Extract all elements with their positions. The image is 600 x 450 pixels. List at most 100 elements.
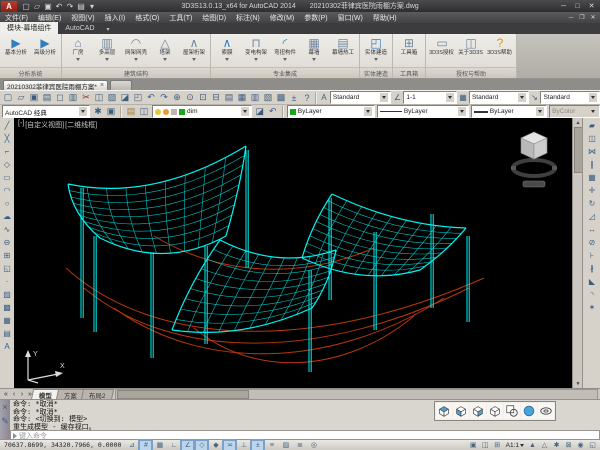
ribbon-button-solid-build[interactable]: ◰实体建造: [362, 35, 390, 61]
subtract-icon[interactable]: [504, 403, 520, 419]
new-icon[interactable]: ▢: [2, 92, 14, 104]
undo-icon[interactable]: ↶: [145, 92, 157, 104]
dyn-icon[interactable]: ±: [251, 440, 264, 450]
block-editor-icon[interactable]: ◰: [132, 92, 144, 104]
qat-dropdown-icon[interactable]: ▾: [87, 1, 97, 11]
workspace-settings-icon[interactable]: ✱: [92, 106, 104, 118]
ducs-icon[interactable]: ⊥: [237, 440, 250, 450]
wireframe-box-icon[interactable]: [487, 403, 503, 419]
autocad-logo-icon[interactable]: A: [1, 1, 17, 12]
paste-icon[interactable]: ▨: [106, 92, 118, 104]
dropdown-arrow-icon[interactable]: [192, 58, 196, 61]
wedge-icon[interactable]: [453, 403, 469, 419]
previous-layer-icon[interactable]: ↶: [267, 106, 279, 118]
mtext-icon[interactable]: A: [1, 340, 13, 353]
dropdown-arrow-icon[interactable]: [374, 58, 378, 61]
mleader-style-icon[interactable]: ↘: [530, 93, 540, 102]
polyline-icon[interactable]: ⌐: [1, 145, 13, 158]
layer-freeze-icon[interactable]: [163, 109, 169, 115]
help-icon[interactable]: ?: [301, 92, 313, 104]
ribbon-button-roof-truss[interactable]: ∧屋架桁架: [180, 35, 208, 61]
arc-icon[interactable]: ◠: [1, 184, 13, 197]
explode-icon[interactable]: ✶: [586, 301, 598, 314]
horizontal-scrollbar[interactable]: [115, 389, 598, 400]
clean-screen-icon[interactable]: ◱: [587, 441, 598, 450]
osnap-icon[interactable]: ◇: [195, 440, 208, 450]
match-layer-icon[interactable]: ◪: [254, 106, 266, 118]
ribbon-button-portal-frame[interactable]: ⌂厂房: [64, 35, 92, 61]
insert-block-icon[interactable]: ⊞: [1, 249, 13, 262]
publish-icon[interactable]: ▥: [67, 92, 79, 104]
horizontal-scroll-thumb[interactable]: [117, 390, 249, 399]
linetype-combo[interactable]: ByLayer: [377, 105, 469, 118]
ribbon-button-space-frame[interactable]: ◠网架网壳: [122, 35, 150, 61]
hatch-icon[interactable]: ▨: [1, 288, 13, 301]
lineweight-icon[interactable]: ≡: [265, 440, 278, 450]
construction-line-icon[interactable]: ╳: [1, 132, 13, 145]
point-icon[interactable]: ·: [1, 275, 13, 288]
menu-draw[interactable]: 绘图(D): [197, 12, 231, 23]
annotation-autoscale-icon[interactable]: △: [539, 441, 550, 450]
dropdown-arrow-icon[interactable]: [105, 58, 109, 61]
plot-icon[interactable]: ▤: [41, 92, 53, 104]
ribbon-tab-autocad[interactable]: AutoCAD: [58, 22, 101, 34]
mirror-icon[interactable]: ⋈: [586, 145, 598, 158]
close-icon[interactable]: ✕: [585, 1, 598, 11]
workspace-save-icon[interactable]: ▣: [105, 106, 117, 118]
copy-icon[interactable]: ◫: [93, 92, 105, 104]
pan-icon[interactable]: ⊕: [171, 92, 183, 104]
transparency-icon[interactable]: ▨: [279, 440, 292, 450]
osnap3d-icon[interactable]: ◆: [209, 440, 222, 450]
ribbon-button-curved-twisted-member[interactable]: ◜弯扭构件: [271, 35, 299, 61]
ribbon-button-about-3d3s[interactable]: ◫关于3D3S: [457, 35, 485, 57]
extend-icon[interactable]: ⊦: [586, 249, 598, 262]
tab-layout2[interactable]: 布局2: [81, 389, 114, 400]
layer-lock-icon[interactable]: [171, 109, 177, 115]
snap-icon[interactable]: #: [139, 440, 152, 450]
dropdown-arrow-icon[interactable]: [76, 58, 80, 61]
make-block-icon[interactable]: ◱: [1, 262, 13, 275]
model-space-icon[interactable]: ▣: [468, 441, 479, 450]
ribbon-button-basic-analysis[interactable]: ▶基本分析: [2, 35, 30, 57]
ribbon-button-3d3s-license[interactable]: ▭3D3S授权: [428, 35, 456, 57]
zoom-realtime-icon[interactable]: ⊙: [184, 92, 196, 104]
ribbon-button-substation-frame[interactable]: ⊓变电构架: [242, 35, 270, 61]
viewcube[interactable]: [510, 126, 558, 188]
table-style-icon[interactable]: ▦: [458, 93, 468, 102]
new-icon[interactable]: ▢: [21, 1, 31, 11]
lineweight-combo[interactable]: ByLayer: [471, 105, 547, 118]
properties-icon[interactable]: ▤: [223, 92, 235, 104]
new-document-tab[interactable]: [110, 80, 132, 90]
dropdown-arrow-icon[interactable]: [134, 58, 138, 61]
minimize-icon[interactable]: ─: [557, 1, 570, 11]
line-icon[interactable]: ╱: [1, 119, 13, 132]
quickcalc-icon[interactable]: ±: [288, 92, 300, 104]
dropdown-arrow-icon[interactable]: [163, 58, 167, 61]
command-window-grip[interactable]: ×✎: [0, 400, 10, 441]
doc-restore-icon[interactable]: ❐: [577, 13, 587, 22]
spline-icon[interactable]: ∿: [1, 223, 13, 236]
menu-tools[interactable]: 工具(T): [164, 12, 197, 23]
performance-icon[interactable]: ◉: [575, 441, 586, 450]
extrude-icon[interactable]: [470, 403, 486, 419]
annotation-scale[interactable]: A1:1: [504, 442, 526, 449]
menu-format[interactable]: 格式(O): [130, 12, 164, 23]
plot-preview-icon[interactable]: ◻: [54, 92, 66, 104]
infer-constraints-icon[interactable]: ⊿: [125, 440, 138, 450]
chamfer-icon[interactable]: ◣: [586, 275, 598, 288]
otrack-icon[interactable]: ≍: [223, 440, 236, 450]
copy-icon[interactable]: ◫: [586, 132, 598, 145]
designcenter-icon[interactable]: ▦: [236, 92, 248, 104]
color-combo[interactable]: ByLayer: [287, 105, 375, 118]
stretch-icon[interactable]: ↔: [586, 223, 598, 236]
quick-view-drawings-icon[interactable]: ◫: [480, 441, 491, 450]
torus-icon[interactable]: [538, 403, 554, 419]
menu-help[interactable]: 帮助(H): [368, 12, 402, 23]
open-icon[interactable]: ▱: [32, 1, 42, 11]
scale-icon[interactable]: ◿: [586, 210, 598, 223]
next-tab-icon[interactable]: ›: [18, 390, 26, 399]
workspace-switch-icon[interactable]: ✱: [551, 441, 562, 450]
quick-properties-icon[interactable]: ≣: [293, 440, 306, 450]
doc-close-icon[interactable]: ✕: [588, 13, 598, 22]
layer-properties-icon[interactable]: ▤: [125, 106, 137, 118]
